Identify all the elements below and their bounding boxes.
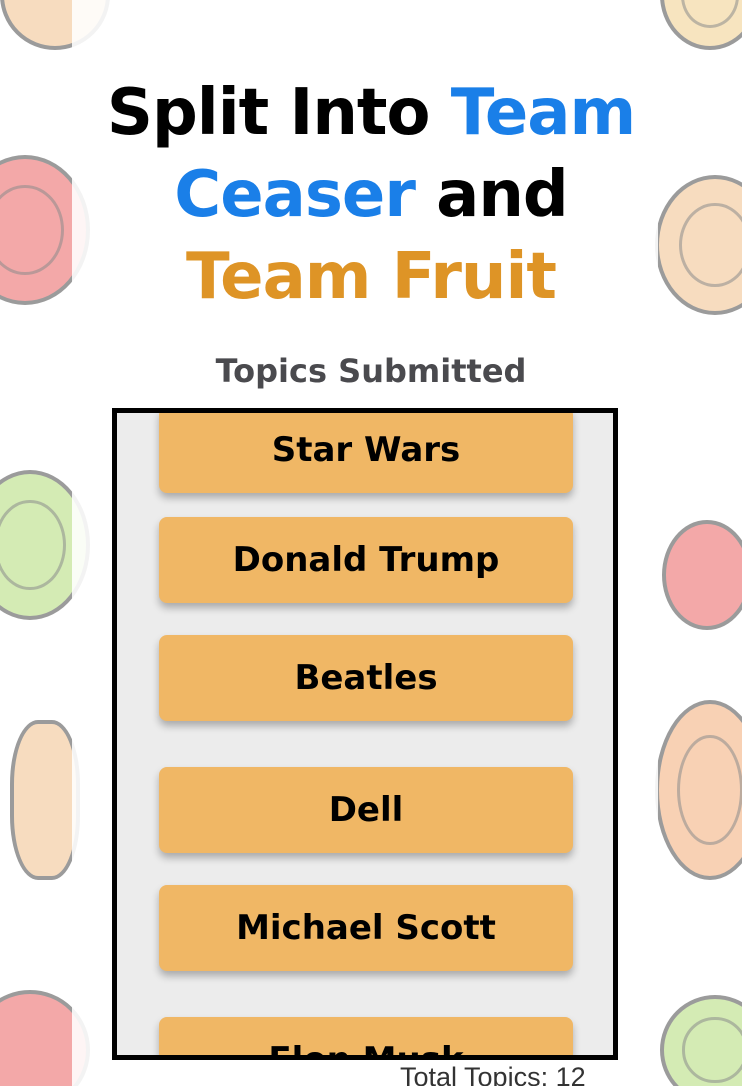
title-prefix: Split Into — [106, 76, 451, 150]
title-connector: and — [414, 158, 569, 232]
topic-button[interactable]: Michael Scott — [159, 885, 573, 971]
peach-icon — [655, 700, 742, 880]
pineapple-icon — [10, 720, 80, 880]
topics-heading: Topics Submitted — [215, 352, 527, 390]
lemon-icon — [660, 0, 742, 50]
team-fruit-label: Team Fruit — [186, 240, 557, 314]
total-topics-count: Total Topics: 12 — [400, 1062, 586, 1086]
topic-button[interactable]: Beatles — [159, 635, 573, 721]
topic-button[interactable]: Elon Musk — [159, 1017, 573, 1055]
topics-list[interactable]: Star Wars Donald Trump Beatles Dell Mich… — [112, 408, 618, 1060]
topic-button[interactable]: Dell — [159, 767, 573, 853]
kiwi-icon — [660, 995, 742, 1086]
page-title: Split Into Team Ceaser and Team Fruit — [72, 72, 670, 318]
topic-button[interactable]: Star Wars — [159, 413, 573, 493]
topic-button[interactable]: Donald Trump — [159, 517, 573, 603]
cherry-icon — [662, 520, 742, 630]
